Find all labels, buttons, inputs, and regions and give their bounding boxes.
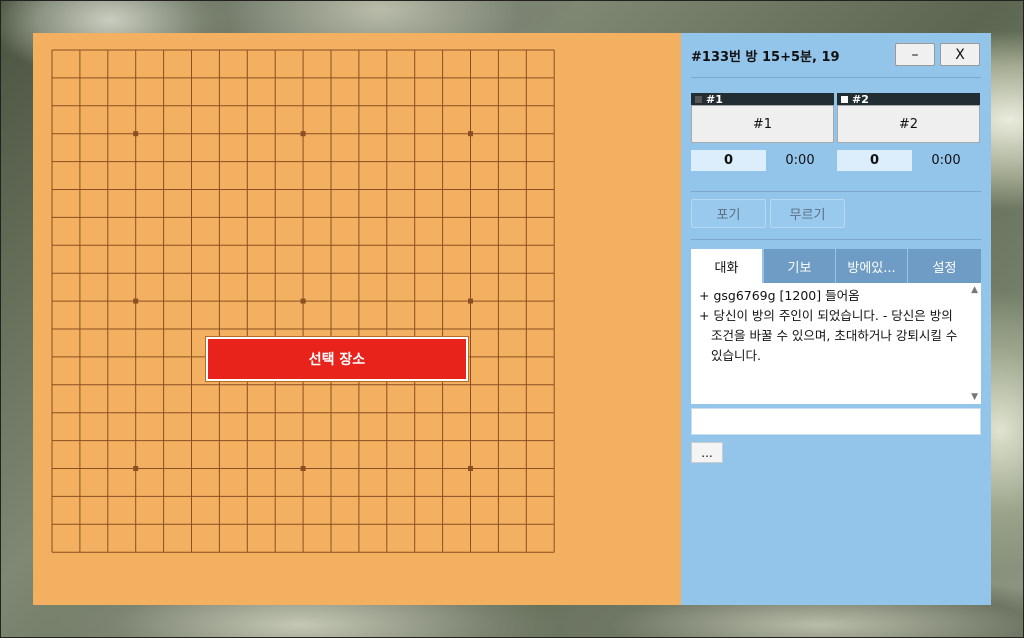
tab-chat[interactable]: 대화	[691, 249, 763, 283]
player-1-header: #1	[691, 92, 834, 106]
board-grid[interactable]	[33, 33, 681, 605]
player-1-timer: 0:00	[785, 153, 815, 168]
player-1-score: 0	[691, 150, 766, 171]
divider	[691, 77, 981, 78]
black-stone-icon	[695, 95, 702, 103]
resign-button[interactable]: 포기	[691, 199, 766, 228]
chat-message: + gsg6769g [1200] 들어옴	[699, 288, 860, 303]
star-point	[468, 131, 473, 137]
star-point	[133, 466, 139, 471]
tab-room-users[interactable]: 방에있...	[836, 249, 908, 283]
divider	[691, 191, 981, 192]
star-point	[300, 298, 306, 304]
minimize-button[interactable]: –	[895, 43, 935, 66]
player-2-button[interactable]: #2	[837, 105, 980, 143]
star-point	[300, 131, 306, 137]
tab-game-record[interactable]: 기보	[764, 249, 836, 283]
star-point	[468, 298, 473, 304]
chat-input[interactable]	[691, 408, 981, 435]
star-point	[133, 298, 139, 304]
player-2-header: #2	[837, 92, 980, 106]
player-1-header-label: #1	[706, 92, 723, 106]
star-point	[133, 131, 139, 137]
tab-settings[interactable]: 설정	[908, 249, 981, 283]
white-stone-icon	[841, 95, 848, 103]
selection-overlay[interactable]: 선택 장소	[205, 336, 469, 382]
player-2-header-label: #2	[852, 92, 869, 106]
game-board[interactable]: 선택 장소	[33, 33, 681, 605]
star-point	[468, 466, 473, 471]
player-2-score: 0	[837, 150, 912, 171]
player-2-timer: 0:00	[931, 153, 961, 168]
side-panel: #133번 방 15+5분, 19 – X #1 #2 #1 #2 0 0:00…	[681, 33, 991, 605]
more-button[interactable]: ...	[691, 442, 723, 463]
chat-message: + 당신이 방의 주인이 되었습니다. - 당신은 방의 조건을 바꿀 수 있으…	[699, 308, 958, 363]
room-title: #133번 방 15+5분, 19	[691, 50, 840, 65]
undo-button[interactable]: 무르기	[770, 199, 845, 228]
divider	[691, 239, 981, 240]
star-point	[300, 466, 306, 471]
close-button[interactable]: X	[940, 43, 980, 66]
scroll-down-icon[interactable]: ▼	[971, 392, 978, 402]
chat-log[interactable]: + gsg6769g [1200] 들어옴 + 당신이 방의 주인이 되었습니다…	[691, 283, 981, 404]
player-1-button[interactable]: #1	[691, 105, 834, 143]
scroll-up-icon[interactable]: ▲	[971, 285, 978, 295]
